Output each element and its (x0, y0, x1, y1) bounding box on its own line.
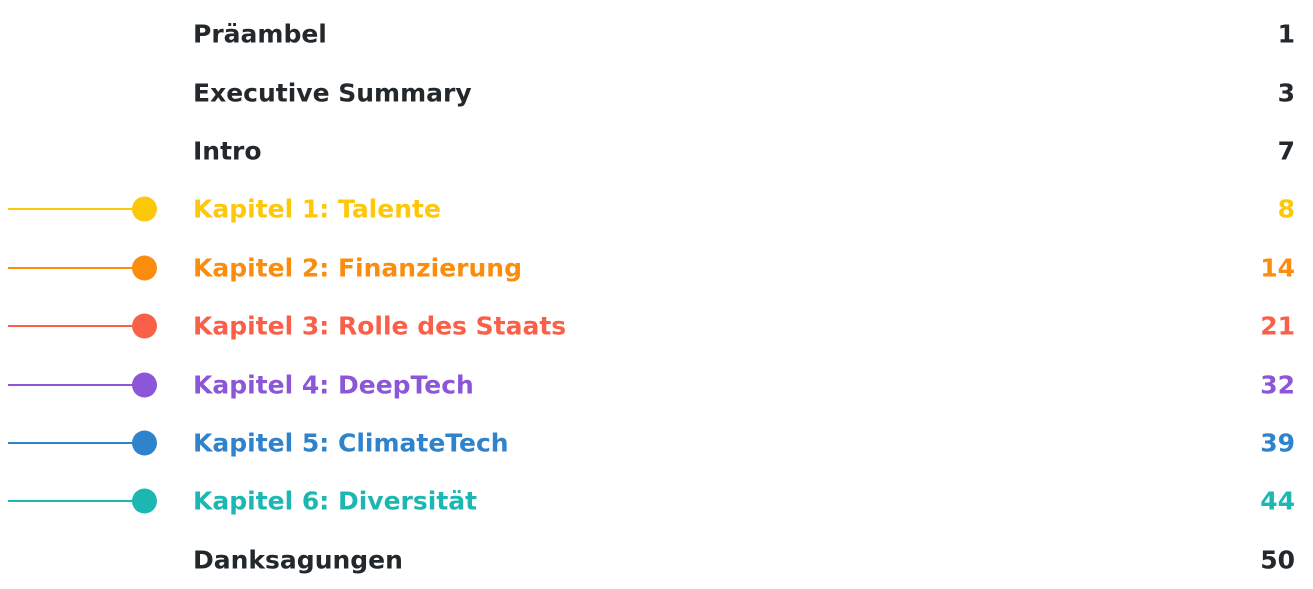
toc-entry-title[interactable]: Executive Summary (193, 78, 472, 107)
chapter-marker-dot-icon (132, 196, 157, 222)
chapter-marker-dot-icon (132, 313, 157, 339)
chapter-marker-line (8, 266, 146, 269)
toc-entry[interactable]: Danksagungen 50 (0, 531, 1313, 589)
chapter-marker-dot-icon (132, 488, 157, 514)
toc-entry-page-number: 3 (1277, 78, 1295, 108)
chapter-marker-line (8, 208, 146, 211)
toc-entry[interactable]: Intro 7 (0, 122, 1313, 180)
toc-entry-title[interactable]: Kapitel 4: DeepTech (193, 370, 474, 399)
toc-entry[interactable]: Präambel 1 (0, 5, 1313, 63)
toc-entry-page-number: 50 (1260, 545, 1295, 575)
toc-entry-page-number: 21 (1260, 311, 1295, 341)
toc-entry[interactable]: Kapitel 4: DeepTech 32 (0, 355, 1313, 413)
toc-entry-title[interactable]: Präambel (193, 20, 327, 49)
toc-entry-page-number: 44 (1260, 486, 1295, 516)
chapter-marker-line (8, 325, 146, 328)
toc-entry[interactable]: Kapitel 1: Talente 8 (0, 180, 1313, 238)
toc-entry-title[interactable]: Kapitel 5: ClimateTech (193, 428, 509, 457)
toc-entry-title[interactable]: Kapitel 3: Rolle des Staats (193, 312, 566, 341)
toc-entry-page-number: 32 (1260, 370, 1295, 400)
toc-entry[interactable]: Executive Summary 3 (0, 63, 1313, 121)
chapter-marker-dot-icon (132, 372, 157, 398)
chapter-marker-line (8, 441, 146, 444)
toc-entry-title[interactable]: Intro (193, 136, 262, 165)
chapter-marker-line (8, 383, 146, 386)
chapter-marker-dot-icon (132, 430, 157, 456)
toc-entry-page-number: 7 (1277, 136, 1295, 166)
toc-entry[interactable]: Kapitel 6: Diversität 44 (0, 472, 1313, 530)
toc-entry-page-number: 14 (1260, 253, 1295, 283)
toc-entry-title[interactable]: Kapitel 6: Diversität (193, 487, 477, 516)
toc-entry-page-number: 39 (1260, 428, 1295, 458)
toc-entry[interactable]: Kapitel 3: Rolle des Staats 21 (0, 297, 1313, 355)
toc-entry-title[interactable]: Danksagungen (193, 545, 403, 574)
toc-entry[interactable]: Kapitel 2: Finanzierung 14 (0, 239, 1313, 297)
toc-entry-page-number: 8 (1277, 194, 1295, 224)
table-of-contents: Präambel 1 Executive Summary 3 Intro 7 Kapitel… (0, 5, 1313, 589)
toc-entry-title[interactable]: Kapitel 1: Talente (193, 195, 441, 224)
toc-entry-page-number: 1 (1277, 19, 1295, 49)
chapter-marker-dot-icon (132, 255, 157, 281)
chapter-marker-line (8, 500, 146, 503)
toc-entry-title[interactable]: Kapitel 2: Finanzierung (193, 253, 522, 282)
toc-entry[interactable]: Kapitel 5: ClimateTech 39 (0, 414, 1313, 472)
